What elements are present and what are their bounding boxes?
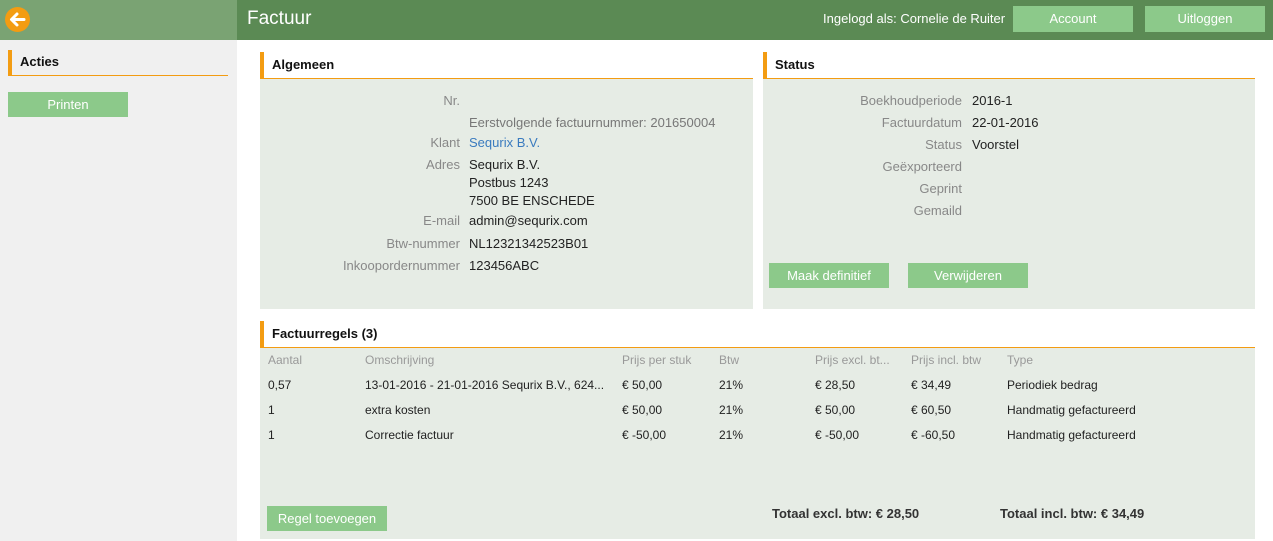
account-button[interactable]: Account xyxy=(1013,6,1133,32)
printed-label: Geprint xyxy=(919,181,962,196)
line-2-description: extra kosten xyxy=(365,403,431,417)
line-1-type: Periodiek bedrag xyxy=(1007,378,1098,392)
email-label: E-mail xyxy=(423,213,460,228)
line-2-price-incl: € 60,50 xyxy=(911,403,952,417)
client-label: Klant xyxy=(430,135,460,150)
delete-button[interactable]: Verwijderen xyxy=(908,263,1028,288)
back-button[interactable] xyxy=(5,7,30,32)
add-line-button[interactable]: Regel toevoegen xyxy=(267,506,387,531)
print-button[interactable]: Printen xyxy=(8,92,128,117)
login-status: Ingelogd als: Cornelie de Ruiter xyxy=(823,11,1006,26)
status-heading: Status xyxy=(763,52,1255,79)
line-1-vat: 21% xyxy=(719,378,744,392)
arrow-left-icon xyxy=(10,12,26,27)
finalize-button[interactable]: Maak definitief xyxy=(769,263,889,288)
address-line-3: 7500 BE ENSCHEDE xyxy=(469,193,595,208)
line-3-unit-price: € -50,00 xyxy=(622,428,667,442)
line-1-price-incl: € 34,49 xyxy=(911,378,952,392)
next-invoice-number: Eerstvolgende factuurnummer: 201650004 xyxy=(469,115,716,130)
total-incl-vat: Totaal incl. btw: € 34,49 xyxy=(1000,506,1145,521)
address-line-2: Postbus 1243 xyxy=(469,175,549,190)
client-link[interactable]: Sequrix B.V. xyxy=(469,135,540,150)
column-header-type[interactable]: Type xyxy=(1007,353,1033,367)
period-label: Boekhoudperiode xyxy=(860,93,962,108)
line-1-description: 13-01-2016 - 21-01-2016 Sequrix B.V., 62… xyxy=(365,378,605,392)
line-1-unit-price: € 50,00 xyxy=(622,378,663,392)
purchase-order-value: 123456ABC xyxy=(469,258,540,273)
address-label: Adres xyxy=(426,157,460,172)
line-3-price-excl: € -50,00 xyxy=(815,428,860,442)
line-2-vat: 21% xyxy=(719,403,744,417)
total-excl-vat: Totaal excl. btw: € 28,50 xyxy=(772,506,920,521)
period-value: 2016-1 xyxy=(972,93,1013,108)
line-2-type: Handmatig gefactureerd xyxy=(1007,403,1136,417)
line-2-quantity: 1 xyxy=(268,403,275,417)
line-3-quantity: 1 xyxy=(268,428,275,442)
vat-number-value: NL12321342523B01 xyxy=(469,236,589,251)
exported-label: Geëxporteerd xyxy=(882,159,963,174)
line-3-description: Correctie factuur xyxy=(365,428,454,442)
column-header-price-excl[interactable]: Prijs excl. bt... xyxy=(815,353,890,367)
line-3-vat: 21% xyxy=(719,428,744,442)
email-value: admin@sequrix.com xyxy=(469,213,588,228)
line-1-quantity: 0,57 xyxy=(268,378,292,392)
actions-heading: Acties xyxy=(8,50,228,76)
line-2-price-excl: € 50,00 xyxy=(815,403,856,417)
logout-button[interactable]: Uitloggen xyxy=(1145,6,1265,32)
line-2-unit-price: € 50,00 xyxy=(622,403,663,417)
invoice-date-value: 22-01-2016 xyxy=(972,115,1039,130)
top-bar-left xyxy=(0,0,237,40)
vat-number-label: Btw-nummer xyxy=(386,236,460,251)
general-heading: Algemeen xyxy=(260,52,753,79)
line-1-price-excl: € 28,50 xyxy=(815,378,856,392)
mailed-label: Gemaild xyxy=(913,203,962,218)
status-label: Status xyxy=(925,137,962,152)
status-value: Voorstel xyxy=(972,137,1019,152)
invoice-lines-heading: Factuurregels (3) xyxy=(260,321,1255,348)
page-title: Factuur xyxy=(247,8,312,29)
number-label: Nr. xyxy=(443,93,460,108)
invoice-date-label: Factuurdatum xyxy=(881,115,962,130)
column-header-quantity[interactable]: Aantal xyxy=(268,353,302,367)
column-header-vat[interactable]: Btw xyxy=(719,353,739,367)
line-3-type: Handmatig gefactureerd xyxy=(1007,428,1136,442)
column-header-unit-price[interactable]: Prijs per stuk xyxy=(622,353,691,367)
line-3-price-incl: € -60,50 xyxy=(911,428,956,442)
column-header-price-incl[interactable]: Prijs incl. btw xyxy=(911,353,981,367)
purchase-order-label: Inkoopordernummer xyxy=(342,258,460,273)
top-bar: Factuur Ingelogd als: Cornelie de Ruiter… xyxy=(0,0,1273,40)
address-line-1: Sequrix B.V. xyxy=(469,157,541,172)
column-header-description[interactable]: Omschrijving xyxy=(365,353,434,367)
